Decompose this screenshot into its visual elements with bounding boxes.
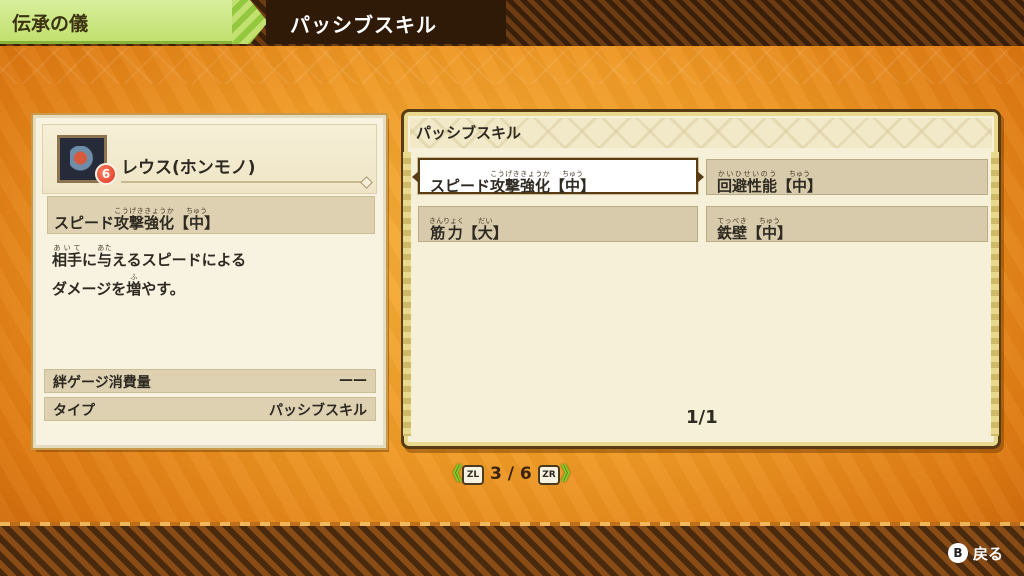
panel-right-trim [991,152,999,436]
page-indicator: 1/1 [686,407,718,428]
bond-gauge-value: —— [339,372,367,388]
back-label: 戻る [973,545,1004,563]
bond-gauge-label: 絆ゲージ消費量 [53,375,151,391]
monster-header: 6 レウス(ホンモノ) [42,124,377,194]
chevron-left-icon[interactable]: 《 [444,465,464,485]
name-divider [121,181,367,183]
pager-position: 3 / 6 [490,464,532,484]
bottom-border [0,526,1024,576]
skill-item-evasion[interactable]: 回避性能かいひせいのう【中ちゅう】 [706,159,988,195]
selection-cursor-left [412,170,420,184]
skill-item-speed-attack[interactable]: スピード攻撃強化こうげききょうか【中ちゅう】 [412,158,704,195]
background-pattern-band [0,48,1024,84]
chevron-right-icon[interactable]: 》 [561,465,581,485]
header-bar: 伝承の儀 パッシブスキル [0,0,1024,46]
selection-cursor-right [696,170,704,184]
bond-gauge-row: 絆ゲージ消費量 —— [44,369,376,393]
monster-pager: 《 ZL 3 / 6 ZR 》 [444,463,584,487]
skill-item-label: 鉄壁てっぺき【中ちゅう】 [717,217,793,242]
skill-item-label: スピード攻撃強化こうげききょうか【中ちゅう】 [430,170,596,195]
type-row: タイプ パッシブスキル [44,397,376,421]
section-title: 伝承の儀 [12,13,89,35]
page-title: パッシブスキル [290,13,437,37]
monster-icon-art [70,146,96,176]
passive-skill-panel: パッシブスキル スピード攻撃強化こうげききょうか【中ちゅう】 回避性能かいひせい… [401,109,1001,449]
skill-detail-card: 6 レウス(ホンモノ) スピード攻撃強化こうげききょうか【中ちゅう】 相手あいて… [33,115,386,448]
skill-item-label: 回避性能かいひせいのう【中ちゅう】 [717,170,823,195]
description-line-2: ダメージを増ふやす。 [52,273,185,298]
skill-item-strength[interactable]: 筋力きんりょく【大だい】 [418,206,698,242]
zr-button[interactable]: ZR [538,465,560,485]
type-label: タイプ [53,403,95,419]
description-line-1: 相手あいてに与あたえるスピードによる [52,244,247,269]
skill-item-label: 筋力きんりょく【大だい】 [429,217,508,242]
skill-item-iron-wall[interactable]: 鉄壁てっぺき【中ちゅう】 [706,206,988,242]
b-button-icon: B [948,543,968,563]
skill-description: 相手あいてに与あたえるスピードによる ダメージを増ふやす。 [52,244,372,302]
type-value: パッシブスキル [269,403,367,419]
selected-skill-name: スピード攻撃強化こうげききょうか【中ちゅう】 [47,196,375,234]
panel-title: パッシブスキル [416,124,522,142]
element-badge: 6 [95,163,117,185]
monster-name: レウス(ホンモノ) [121,158,256,178]
section-tab: 伝承の儀 [0,0,250,44]
selected-skill-label: スピード攻撃強化こうげききょうか【中ちゅう】 [54,207,220,232]
panel-left-trim [403,152,411,436]
zl-button[interactable]: ZL [462,465,484,485]
